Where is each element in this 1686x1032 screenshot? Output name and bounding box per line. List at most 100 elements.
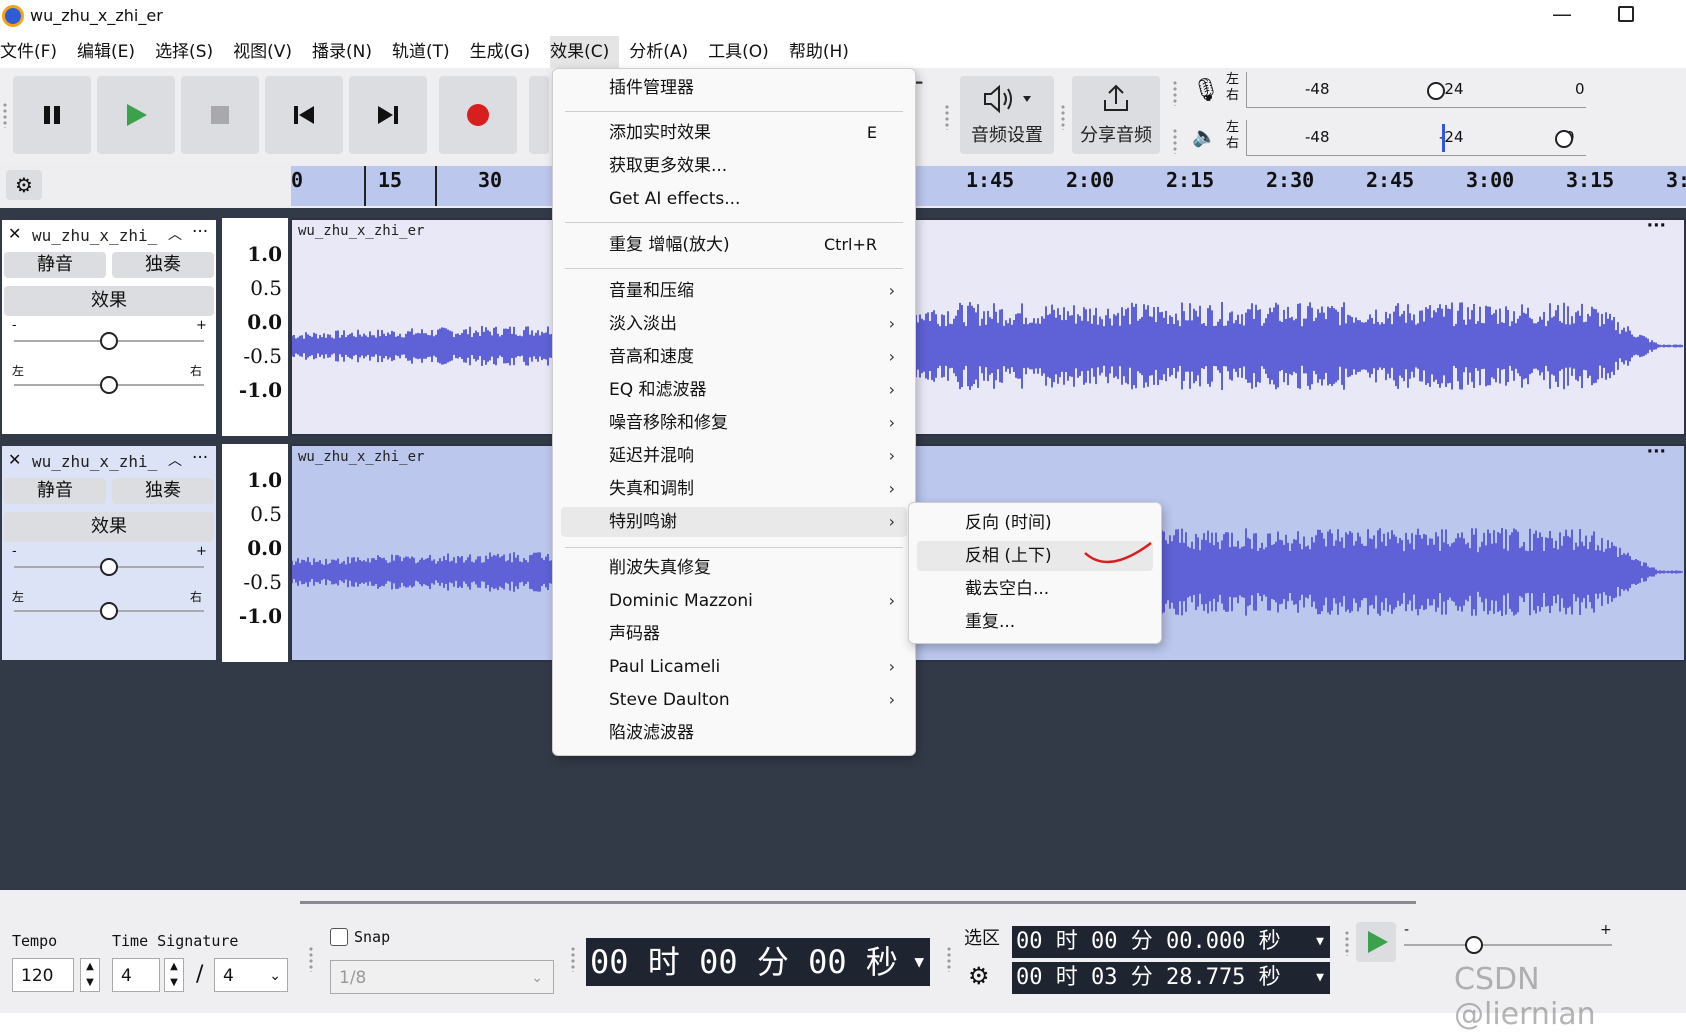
track-name[interactable]: wu_zhu_x_zhi_ [32, 226, 157, 245]
submenu-item-repeat[interactable]: 重复... [909, 607, 1161, 637]
menu-item-dominic-mazzoni[interactable]: Dominic Mazzoni › [553, 586, 915, 616]
toolbar-grip[interactable] [944, 104, 950, 130]
mute-button[interactable]: 静音 [4, 252, 106, 278]
track-menu-button[interactable]: ··· [192, 448, 208, 468]
menu-transport[interactable]: 播录(N) [312, 36, 382, 68]
track-menu-button[interactable]: ··· [192, 222, 208, 242]
effects-button[interactable]: 效果 [4, 286, 214, 316]
menu-item-noise-removal[interactable]: 噪音移除和修复 › [553, 408, 915, 438]
chevron-right-icon: › [888, 690, 895, 709]
playback-meter[interactable]: -48 -24 0 [1246, 120, 1586, 156]
menu-item-plugin-manager[interactable]: 插件管理器 [553, 73, 915, 103]
menu-item-delay-reverb[interactable]: 延迟并混响 › [553, 441, 915, 471]
menu-help[interactable]: 帮助(H) [789, 36, 859, 68]
menu-item-add-realtime-effect[interactable]: 添加实时效果 E [553, 118, 915, 148]
solo-button[interactable]: 独奏 [112, 252, 214, 278]
menu-view[interactable]: 视图(V) [233, 36, 302, 68]
pan-slider-knob[interactable] [100, 602, 118, 620]
speaker-icon[interactable]: 🔈 [1192, 124, 1217, 148]
menu-item-volume-compression[interactable]: 音量和压缩 › [553, 276, 915, 306]
stop-button[interactable] [181, 76, 259, 154]
menu-item-steve-daulton[interactable]: Steve Daulton › [553, 685, 915, 715]
maximize-button[interactable] [1618, 6, 1634, 22]
clip-menu-button[interactable]: ··· [1647, 216, 1666, 236]
loop-button[interactable] [529, 76, 549, 154]
menu-select[interactable]: 选择(S) [155, 36, 223, 68]
menu-item-repeat-amplify[interactable]: 重复 增幅(放大) Ctrl+R [553, 230, 915, 260]
playback-meter-knob[interactable] [1555, 130, 1573, 148]
menu-item-fading[interactable]: 淡入淡出 › [553, 309, 915, 339]
menu-edit[interactable]: 编辑(E) [77, 36, 145, 68]
playhead-end-marker[interactable] [435, 166, 437, 206]
menu-item-notch-filter[interactable]: 陷波滤波器 [553, 718, 915, 748]
selection-start-time[interactable]: 00 时 00 分 00.000 秒 ▼ [1012, 926, 1330, 958]
clip-menu-button[interactable]: ··· [1647, 442, 1666, 462]
play-speed-slider[interactable] [1404, 944, 1612, 946]
menu-item-pitch-tempo[interactable]: 音高和速度 › [553, 342, 915, 372]
toolbar-grip[interactable] [1172, 80, 1178, 106]
selection-settings-gear-icon[interactable]: ⚙ [968, 962, 990, 990]
effects-button[interactable]: 效果 [4, 512, 214, 542]
waveform-clip[interactable]: wu_zhu_x_zhi_er ··· [290, 216, 1686, 436]
toolbar-grip[interactable] [570, 946, 576, 972]
tempo-stepper[interactable]: ▲ ▼ [80, 958, 100, 992]
gain-slider-knob[interactable] [100, 332, 118, 350]
microphone-icon[interactable]: 🎙 [1192, 78, 1220, 103]
menu-file[interactable]: 文件(F) [0, 36, 67, 68]
time-signature-numerator[interactable]: 4 [112, 958, 160, 992]
skip-start-button[interactable] [265, 76, 343, 154]
menu-tracks[interactable]: 轨道(T) [392, 36, 460, 68]
playhead-start-marker[interactable] [364, 166, 366, 206]
minimize-button[interactable]: — [1552, 2, 1572, 26]
play-at-speed-button[interactable] [1356, 922, 1396, 962]
solo-button[interactable]: 独奏 [112, 478, 214, 504]
record-button[interactable] [439, 76, 517, 154]
menu-item-distortion-modulation[interactable]: 失真和调制 › [553, 474, 915, 504]
submenu-item-truncate-silence[interactable]: 截去空白... [909, 574, 1161, 604]
toolbar-grip[interactable] [946, 946, 952, 972]
skip-end-button[interactable] [349, 76, 427, 154]
menu-item-label: 反向 (时间) [965, 513, 1052, 533]
menu-item-get-ai-effects[interactable]: Get AI effects... [553, 184, 915, 214]
tempo-input[interactable]: 120 [12, 958, 74, 992]
menu-item-special-thanks[interactable]: 特别鸣谢 › [561, 507, 907, 537]
time-signature-denominator[interactable]: 4 ⌄ [214, 958, 288, 992]
toolbar-grip[interactable] [1344, 930, 1350, 956]
collapse-track-icon[interactable]: ︿ [168, 224, 182, 244]
pan-slider-knob[interactable] [100, 376, 118, 394]
submenu-item-reverse[interactable]: 反向 (时间) [909, 508, 1161, 538]
share-audio-button[interactable]: 分享音频 [1072, 76, 1160, 154]
snap-checkbox[interactable] [330, 928, 348, 946]
toolbar-grip[interactable] [1172, 128, 1178, 154]
menu-analyze[interactable]: 分析(A) [629, 36, 698, 68]
gain-slider-knob[interactable] [100, 558, 118, 576]
selection-end-time[interactable]: 00 时 03 分 28.775 秒 ▼ [1012, 962, 1330, 994]
record-meter[interactable]: -48 -24 0 [1246, 72, 1586, 108]
record-meter-knob[interactable] [1427, 82, 1445, 100]
pause-button[interactable] [13, 76, 91, 154]
toolbar-grip[interactable] [308, 946, 314, 972]
collapse-track-icon[interactable]: ︿ [168, 450, 182, 470]
menu-item-paul-licameli[interactable]: Paul Licameli › [553, 652, 915, 682]
time-signature-stepper[interactable]: ▲ ▼ [164, 958, 184, 992]
menu-item-vocoder[interactable]: 声码器 [553, 619, 915, 649]
menu-generate[interactable]: 生成(G) [470, 36, 540, 68]
play-button[interactable] [97, 76, 175, 154]
toolbar-grip[interactable] [1060, 104, 1066, 130]
track-name[interactable]: wu_zhu_x_zhi_ [32, 452, 157, 471]
menu-item-clip-fix[interactable]: 削波失真修复 [553, 553, 915, 583]
chevron-right-icon: › [888, 512, 895, 531]
play-speed-knob[interactable] [1465, 936, 1483, 954]
toolbar-grip[interactable] [2, 102, 8, 128]
close-track-icon[interactable]: ✕ [8, 450, 21, 469]
menu-tools[interactable]: 工具(O) [708, 36, 779, 68]
timeline-settings-gear-icon[interactable]: ⚙ [6, 170, 42, 200]
menu-effect[interactable]: 效果(C) [550, 36, 620, 68]
close-track-icon[interactable]: ✕ [8, 224, 21, 243]
mute-button[interactable]: 静音 [4, 478, 106, 504]
menu-item-eq-filters[interactable]: EQ 和滤波器 › [553, 375, 915, 405]
time-display[interactable]: 00 时 00 分 00 秒 ▼ [586, 938, 930, 986]
snap-dropdown[interactable]: 1/8 ⌄ [330, 960, 554, 994]
audio-setup-button[interactable]: 音频设置 [960, 76, 1054, 154]
menu-item-get-more-effects[interactable]: 获取更多效果... [553, 151, 915, 181]
